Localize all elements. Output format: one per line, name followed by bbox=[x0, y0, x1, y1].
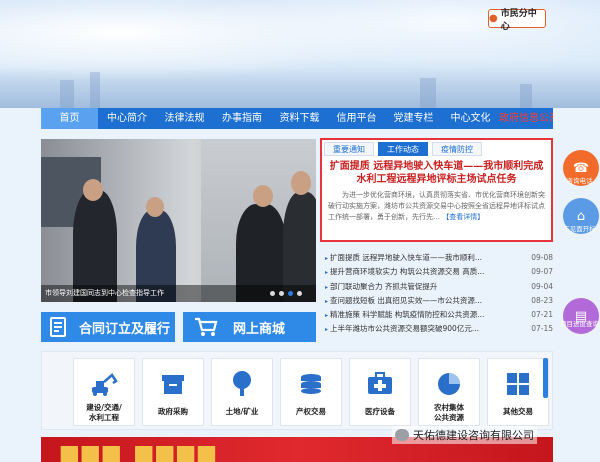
carousel-dot[interactable] bbox=[279, 291, 284, 296]
phone-icon: ☎ bbox=[572, 160, 590, 176]
contract-button[interactable]: 合同订立及履行 bbox=[41, 312, 175, 342]
float-label: 不见面开标 bbox=[563, 225, 596, 233]
news-tabs: 重要通知 工作动态 疫情防控 bbox=[324, 142, 551, 156]
news-date: 07-15 bbox=[531, 324, 553, 334]
contract-label: 合同订立及履行 bbox=[79, 321, 171, 337]
carousel-dots bbox=[270, 291, 302, 296]
building-shape bbox=[90, 72, 100, 108]
nav-item-laws[interactable]: 法律法规 bbox=[156, 108, 213, 129]
service-label: 农村集体 公共资源 bbox=[434, 403, 464, 422]
nav-item-guide[interactable]: 办事指南 bbox=[213, 108, 271, 129]
box-icon bbox=[162, 375, 184, 394]
float-label: 项目进度查询 bbox=[560, 320, 599, 328]
news-panel: 重要通知 工作动态 疫情防控 扩面提质 远程异地驶入快车道——我市顺利完成水利工… bbox=[320, 138, 553, 242]
nav-item-credit[interactable]: 信用平台 bbox=[328, 108, 385, 129]
list-item[interactable]: 上半年潍坊市公共资源交易额突破900亿元... 07-15 bbox=[325, 322, 553, 336]
wechat-icon bbox=[395, 429, 409, 441]
building-shape bbox=[520, 84, 532, 108]
map-pin-icon: ● bbox=[489, 13, 498, 24]
news-date: 09-04 bbox=[531, 281, 553, 291]
service-grid: 建设/交通/ 水利工程 政府采购 土地/矿业 产权交易 医疗设备 农村集体 公共… bbox=[41, 351, 553, 430]
service-construction[interactable]: 建设/交通/ 水利工程 bbox=[73, 358, 135, 426]
news-title: 精准施策 科学赋能 构筑疫情防控和公共资源... bbox=[325, 308, 484, 322]
list-item[interactable]: 查问题找短板 出真招见实效——市公共资源... 08-23 bbox=[325, 294, 553, 308]
location-button[interactable]: ● 市民分中心 bbox=[488, 9, 546, 32]
news-title: 上半年潍坊市公共资源交易额突破900亿元... bbox=[325, 322, 479, 336]
list-item[interactable]: 精准施策 科学赋能 构筑疫情防控和公共资源... 07-21 bbox=[325, 308, 553, 322]
featured-headline[interactable]: 扩面提质 远程异地驶入快车道——我市顺利完成水利工程远程异地评标主场试点任务 bbox=[322, 160, 551, 186]
project-progress-button[interactable]: ▤ bbox=[563, 298, 599, 334]
photo-head bbox=[146, 197, 164, 217]
service-label: 建设/交通/ 水利工程 bbox=[86, 403, 122, 422]
online-mall-label: 网上商城 bbox=[233, 321, 286, 337]
news-title: 查问题找短板 出真招见实效——市公共资源... bbox=[325, 294, 482, 308]
carousel-dot[interactable] bbox=[270, 291, 275, 296]
scrollbar-thumb[interactable] bbox=[543, 358, 548, 398]
news-title: 扩面提质 远程异地驶入快车道——我市顺利... bbox=[325, 251, 482, 265]
nav-item-downloads[interactable]: 资料下载 bbox=[271, 108, 328, 129]
watermark-text: 天佑德建设咨询有限公司 bbox=[413, 429, 534, 442]
news-date: 08-23 bbox=[531, 295, 553, 305]
banner-graphic: ▆▆▆ ▆▆▆▆ bbox=[61, 441, 220, 462]
service-rural-collective[interactable]: 农村集体 公共资源 bbox=[418, 358, 480, 426]
nav-item-home[interactable]: 首页 bbox=[41, 108, 98, 129]
service-land-mining[interactable]: 土地/矿业 bbox=[211, 358, 273, 426]
service-property-rights[interactable]: 产权交易 bbox=[280, 358, 342, 426]
nav-item-about[interactable]: 中心简介 bbox=[98, 108, 156, 129]
nav-item-culture[interactable]: 中心文化 bbox=[442, 108, 499, 129]
service-label: 土地/矿业 bbox=[225, 407, 259, 416]
building-shape bbox=[420, 78, 436, 108]
photo-head bbox=[291, 171, 311, 195]
carousel-dot[interactable] bbox=[297, 291, 302, 296]
carousel-dot-active[interactable] bbox=[288, 291, 293, 296]
excavator-icon bbox=[92, 373, 118, 396]
pie-chart-icon bbox=[438, 373, 460, 395]
online-mall-button[interactable]: 网上商城 bbox=[183, 312, 316, 342]
service-label: 政府采购 bbox=[158, 407, 188, 416]
float-label: 咨询电话 bbox=[566, 177, 593, 185]
photo-head bbox=[253, 185, 273, 207]
service-label: 医疗设备 bbox=[365, 407, 395, 416]
watermark: 天佑德建设咨询有限公司 bbox=[392, 426, 537, 444]
tab-epidemic[interactable]: 疫情防控 bbox=[432, 142, 482, 156]
news-title: 提升营商环境软实力 构筑公共资源交易 高质... bbox=[325, 265, 484, 279]
list-item[interactable]: 提升营商环境软实力 构筑公共资源交易 高质... 09-07 bbox=[325, 265, 553, 279]
photo-carousel[interactable]: 市领导刘建国同志到中心检查指导工作 bbox=[41, 139, 316, 302]
service-procurement[interactable]: 政府采购 bbox=[142, 358, 204, 426]
tab-work-updates[interactable]: 工作动态 bbox=[378, 142, 428, 156]
service-label: 其他交易 bbox=[503, 407, 533, 416]
location-label: 市民分中心 bbox=[500, 8, 537, 32]
service-medical[interactable]: 医疗设备 bbox=[349, 358, 411, 426]
grid-icon bbox=[507, 373, 529, 395]
photo-head bbox=[83, 179, 103, 201]
main-nav: 首页 中心简介 法律法规 办事指南 资料下载 信用平台 党建专栏 中心文化 政府… bbox=[41, 108, 553, 129]
nav-item-party[interactable]: 党建专栏 bbox=[385, 108, 442, 129]
nav-item-gov-info[interactable]: 政府信息公开 bbox=[499, 108, 553, 129]
featured-summary: 为进一步优化营商环境，认真贯彻落实省、市优化营商环境创新突破行动实施方案，潍坊市… bbox=[322, 186, 551, 223]
header-banner: ● 市民分中心 bbox=[0, 0, 600, 108]
service-label: 产权交易 bbox=[296, 407, 326, 416]
news-date: 09-07 bbox=[531, 267, 553, 277]
news-date: 09-08 bbox=[531, 253, 553, 262]
list-item[interactable]: 部门联动聚合力 齐抓共管促提升 09-04 bbox=[325, 280, 553, 294]
list-item[interactable]: 扩面提质 远程异地驶入快车道——我市顺利... 09-08 bbox=[325, 251, 553, 265]
house-icon: ⌂ bbox=[576, 208, 586, 224]
shopping-cart-icon bbox=[193, 314, 219, 340]
read-more-link[interactable]: 【查看详情】 bbox=[442, 213, 484, 221]
document-icon bbox=[45, 314, 71, 340]
news-list: 扩面提质 远程异地驶入快车道——我市顺利... 09-08 提升营商环境软实力 构… bbox=[325, 251, 553, 337]
service-other[interactable]: 其他交易 bbox=[487, 358, 549, 426]
coins-icon bbox=[301, 374, 321, 394]
medical-kit-icon bbox=[368, 372, 392, 394]
news-date: 07-21 bbox=[531, 310, 553, 320]
featured-summary-text: 为进一步优化营商环境，认真贯彻落实省、市优化营商环境创新突破行动实施方案，潍坊市… bbox=[328, 191, 545, 221]
tab-notices[interactable]: 重要通知 bbox=[324, 142, 374, 156]
tree-icon bbox=[233, 371, 251, 396]
building-shape bbox=[60, 80, 74, 108]
news-title: 部门联动聚合力 齐抓共管促提升 bbox=[325, 280, 437, 294]
